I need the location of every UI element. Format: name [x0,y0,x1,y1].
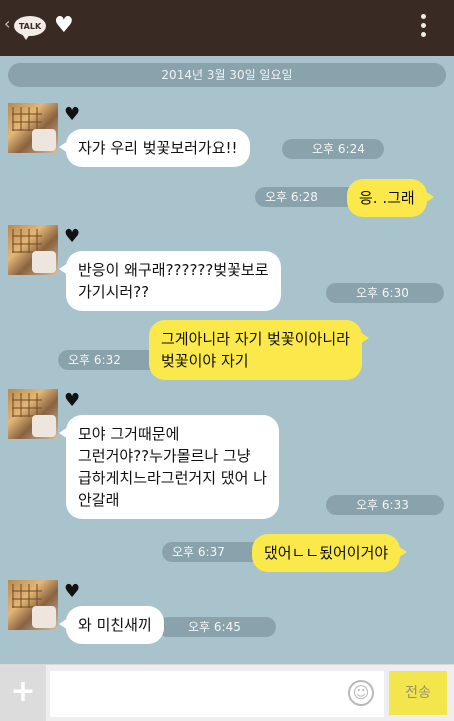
message-line: 반응이 왜구래??????벚꽃보로 [78,261,269,279]
heart-icon: ♥ [64,104,81,125]
top-bar: ‹ TALK ♥ [0,0,454,56]
message-line: 가기시러?? [78,283,150,301]
message-time: 오후 6:24 [282,139,384,159]
message-bubble-outgoing: 응. .그래 [347,179,434,217]
more-vertical-icon[interactable] [418,14,428,42]
message-line: 벚꽃이야 자기 [161,352,249,370]
chevron-left-icon[interactable]: ‹ [4,16,10,32]
message-input-bar: + ☺ 전송 [0,664,454,721]
avatar[interactable] [8,103,58,153]
message-time: 오후 6:30 [326,283,444,303]
heart-icon: ♥ [54,13,74,38]
talk-logo[interactable]: TALK [14,16,46,40]
message-bubble-outgoing: 그게아니라 자기 벚꽃이아니라 벚꽃이야 자기 [149,320,369,380]
message-line: 모야 그거때문에 [78,425,180,443]
avatar[interactable] [8,389,58,439]
message-input[interactable] [50,671,384,717]
message-line: 급하게치느라그런거지 댔어 나 [78,469,267,487]
message-line: 그게아니라 자기 벚꽃이아니라 [161,330,350,348]
emoticon-icon[interactable]: ☺ [348,680,374,706]
date-divider: 2014년 3월 30일 일요일 [8,63,446,87]
heart-icon: ♥ [64,226,81,247]
message-bubble-outgoing: 댔어ㄴㄴ됬어이거야 [252,534,408,572]
message-time: 오후 6:45 [158,617,276,637]
send-button[interactable]: 전송 [389,671,447,715]
heart-icon: ♥ [64,390,81,411]
plus-icon[interactable]: + [0,665,46,721]
message-time: 오후 6:33 [326,495,444,515]
message-bubble-incoming: 와 미친새끼 [59,606,164,644]
message-bubble-incoming: 반응이 왜구래??????벚꽃보로 가기시러?? [59,251,281,311]
avatar[interactable] [8,225,58,275]
message-bubble-incoming: 자갸 우리 벚꽃보러가요!! [59,129,250,167]
message-bubble-incoming: 모야 그거때문에 그런거야??누가몰르나 그냥 급하게치느라그런거지 댔어 나 … [59,415,279,519]
message-line: 그런거야??누가몰르나 그냥 [78,447,251,465]
message-line: 안갈래 [78,491,120,509]
heart-icon: ♥ [64,581,81,602]
avatar[interactable] [8,580,58,630]
